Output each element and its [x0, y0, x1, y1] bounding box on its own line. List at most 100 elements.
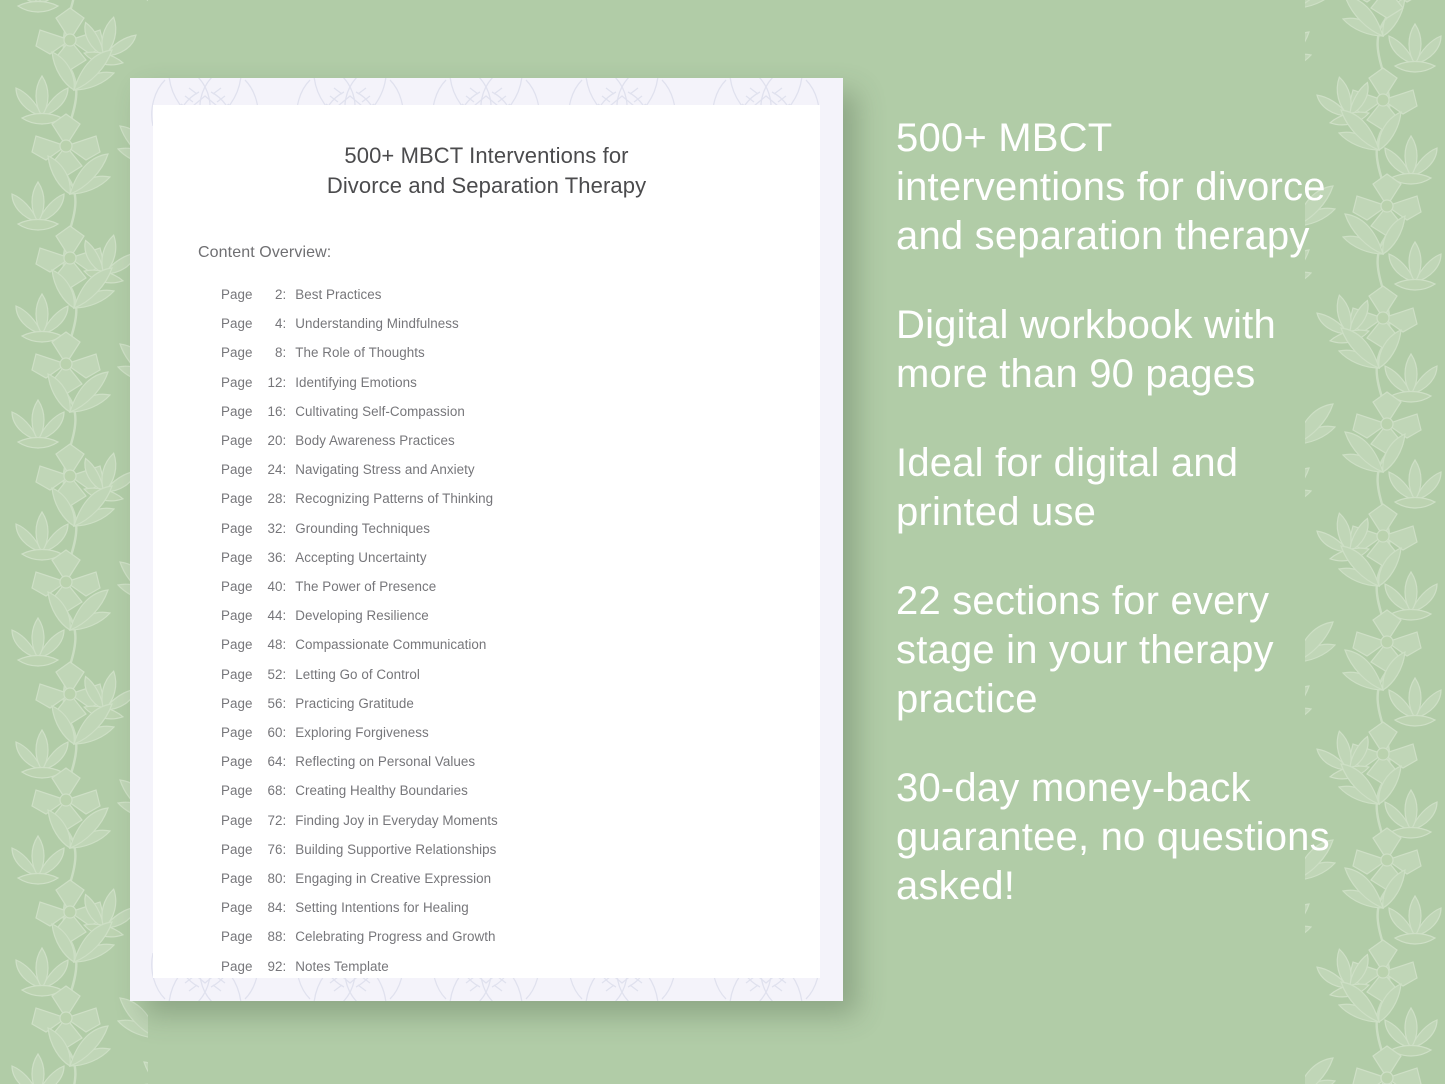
promo-bullet: 500+ MBCT interventions for divorce and …	[896, 116, 1326, 258]
toc-colon: :	[282, 403, 287, 419]
toc-entry: Page 92: Notes Template	[221, 952, 820, 981]
toc-page-word: Page	[221, 608, 253, 624]
toc-page-number: 64	[267, 754, 283, 770]
toc-colon: :	[282, 316, 287, 332]
toc-page-word: Page	[221, 754, 253, 770]
page-title-line-1: 500+ MBCT Interventions for	[344, 143, 629, 168]
toc-page-number: 16	[267, 403, 283, 419]
toc-page-number: 92	[267, 958, 283, 974]
toc-page-word: Page	[221, 374, 253, 390]
toc-entry: Page 56: Practicing Gratitude	[221, 689, 820, 718]
toc-colon: :	[282, 637, 287, 653]
floral-vine-border-left	[8, 0, 148, 1084]
toc-page-number: 68	[267, 783, 283, 799]
toc-page-word: Page	[221, 812, 253, 828]
toc-page-number: 76	[267, 841, 283, 857]
toc-entry-title: Reflecting on Personal Values	[295, 754, 476, 770]
toc-page-number: 12	[267, 374, 283, 390]
promo-bullet-list: 500+ MBCT interventions for divorce and …	[896, 114, 1344, 911]
toc-colon: :	[282, 812, 287, 828]
toc-page-word: Page	[221, 579, 253, 595]
toc-entry-title: Practicing Gratitude	[295, 695, 414, 711]
toc-colon: :	[282, 549, 287, 565]
toc-page-word: Page	[221, 695, 253, 711]
toc-entry: Page 44: Developing Resilience	[221, 601, 820, 630]
toc-entry-title: Letting Go of Control	[295, 666, 420, 682]
toc-page-number: 88	[267, 929, 283, 945]
toc-entry-title: Compassionate Communication	[295, 637, 487, 653]
toc-entry-title: Recognizing Patterns of Thinking	[295, 491, 494, 507]
toc-entry-title: Understanding Mindfulness	[295, 316, 459, 332]
toc-entry-title: Engaging in Creative Expression	[295, 871, 492, 887]
toc-entry-title: Identifying Emotions	[295, 374, 417, 390]
toc-entry-title: The Power of Presence	[295, 579, 437, 595]
toc-entry-title: Finding Joy in Everyday Moments	[295, 812, 498, 828]
product-card: 500+ MBCT Interventions for Divorce and …	[130, 78, 843, 1001]
toc-entry: Page 84: Setting Intentions for Healing	[221, 893, 820, 922]
table-of-contents: Page 2: Best Practices Page 4: Understanding …	[221, 280, 820, 981]
toc-entry-title: Creating Healthy Boundaries	[295, 783, 468, 799]
promo-bullet: Ideal for digital and printed use	[896, 441, 1239, 534]
toc-colon: :	[282, 666, 287, 682]
toc-colon: :	[282, 929, 287, 945]
toc-colon: :	[282, 433, 287, 449]
page-title-line-2: Divorce and Separation Therapy	[326, 172, 647, 198]
toc-page-word: Page	[221, 900, 253, 916]
toc-colon: :	[282, 695, 287, 711]
toc-page-number: 80	[267, 871, 283, 887]
toc-colon: :	[282, 725, 287, 741]
toc-page-number: 20	[267, 433, 283, 449]
toc-entry: Page 72: Finding Joy in Everyday Moments	[221, 806, 820, 835]
toc-page-number: 8	[274, 345, 283, 361]
toc-page-word: Page	[221, 725, 253, 741]
toc-page-number: 36	[267, 549, 283, 565]
toc-page-number: 24	[267, 462, 283, 478]
toc-page-word: Page	[221, 549, 253, 565]
document-page: 500+ MBCT Interventions for Divorce and …	[153, 105, 820, 978]
toc-entry: Page 16: Cultivating Self-Compassion	[221, 397, 820, 426]
toc-page-word: Page	[221, 491, 253, 507]
content-overview-label: Content Overview:	[198, 244, 332, 261]
toc-colon: :	[282, 841, 287, 857]
toc-entry-title: Navigating Stress and Anxiety	[295, 462, 475, 478]
toc-colon: :	[282, 520, 287, 536]
toc-entry: Page 88: Celebrating Progress and Growth	[221, 922, 820, 951]
toc-entry: Page 8: The Role of Thoughts	[221, 338, 820, 367]
toc-entry-title: Body Awareness Practices	[295, 433, 455, 449]
toc-colon: :	[282, 783, 287, 799]
toc-page-word: Page	[221, 871, 253, 887]
toc-entry-title: Building Supportive Relationships	[295, 841, 497, 857]
toc-colon: :	[282, 871, 287, 887]
toc-entry-title: Grounding Techniques	[295, 520, 431, 536]
toc-page-number: 2	[274, 287, 283, 302]
toc-colon: :	[282, 287, 287, 302]
toc-page-number: 52	[267, 666, 283, 682]
toc-entry-title: Developing Resilience	[295, 608, 429, 624]
toc-entry: Page 64: Reflecting on Personal Values	[221, 747, 820, 776]
toc-page-number: 40	[267, 579, 283, 595]
toc-page-number: 44	[267, 608, 283, 624]
toc-colon: :	[282, 900, 287, 916]
toc-page-word: Page	[221, 433, 253, 449]
toc-entry: Page 2: Best Practices	[221, 280, 820, 309]
toc-entry: Page 76: Building Supportive Relationships	[221, 835, 820, 864]
toc-page-number: 84	[267, 900, 283, 916]
toc-entry-title: Accepting Uncertainty	[295, 549, 427, 565]
toc-page-word: Page	[221, 783, 253, 799]
toc-colon: :	[282, 579, 287, 595]
toc-page-word: Page	[221, 520, 253, 536]
toc-entry-title: Notes Template	[295, 958, 389, 974]
toc-colon: :	[282, 462, 287, 478]
toc-page-number: 48	[267, 637, 283, 653]
toc-entry: Page 24: Navigating Stress and Anxiety	[221, 455, 820, 484]
toc-entry-title: Celebrating Progress and Growth	[295, 929, 496, 945]
toc-page-word: Page	[221, 929, 253, 945]
toc-page-word: Page	[221, 841, 253, 857]
toc-page-number: 28	[267, 491, 283, 507]
toc-colon: :	[282, 608, 287, 624]
toc-page-word: Page	[221, 958, 253, 974]
promo-bullet: 22 sections for every stage in your ther…	[896, 579, 1274, 721]
toc-colon: :	[282, 491, 287, 507]
toc-entry: Page 28: Recognizing Patterns of Thinking	[221, 484, 820, 513]
toc-page-word: Page	[221, 637, 253, 653]
